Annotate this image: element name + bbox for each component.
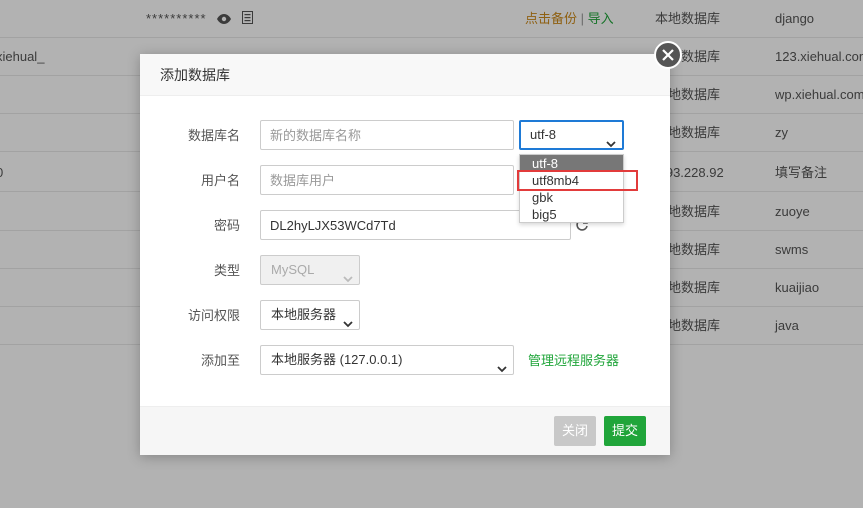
charset-selected-value: utf-8	[530, 127, 557, 142]
type-label: 类型	[213, 263, 240, 278]
db-name-label: 数据库名	[187, 128, 240, 143]
access-select[interactable]: 本地服务器	[260, 300, 360, 330]
add-to-label: 添加至	[200, 353, 240, 368]
access-value: 本地服务器	[271, 307, 337, 322]
server-select[interactable]: 本地服务器 (127.0.0.1)	[260, 345, 514, 375]
charset-option[interactable]: gbk	[520, 189, 623, 206]
close-button[interactable]: 关闭	[554, 416, 597, 446]
access-row: 访问权限 本地服务器	[140, 300, 670, 332]
add-to-row: 添加至 本地服务器 (127.0.0.1) 管理远程服务器	[140, 345, 670, 377]
dialog-footer: 关闭 提交	[140, 406, 670, 455]
db-name-input[interactable]	[260, 120, 514, 150]
user-label: 用户名	[200, 173, 240, 188]
type-value: MySQL	[271, 262, 315, 277]
manage-remote-server-link[interactable]: 管理远程服务器	[528, 345, 619, 377]
db-name-row: 数据库名 utf-8	[140, 120, 670, 152]
password-label: 密码	[213, 218, 240, 233]
highlight-box	[517, 170, 638, 191]
charset-select[interactable]: utf-8	[519, 120, 624, 150]
chevron-down-icon	[343, 265, 353, 293]
close-icon[interactable]	[654, 41, 682, 69]
type-row: 类型 MySQL	[140, 255, 670, 287]
dialog-title: 添加数据库	[140, 54, 670, 96]
db-user-input[interactable]	[260, 165, 514, 195]
server-value: 本地服务器 (127.0.0.1)	[271, 352, 403, 367]
chevron-down-icon	[497, 355, 507, 383]
submit-button[interactable]: 提交	[604, 416, 647, 446]
access-label: 访问权限	[187, 308, 240, 323]
charset-option[interactable]: big5	[520, 206, 623, 223]
chevron-down-icon	[343, 310, 353, 338]
add-database-dialog: 添加数据库 数据库名 utf-8 用户名 密码 类型 MySQL 访问权限	[140, 54, 670, 455]
type-select: MySQL	[260, 255, 360, 285]
